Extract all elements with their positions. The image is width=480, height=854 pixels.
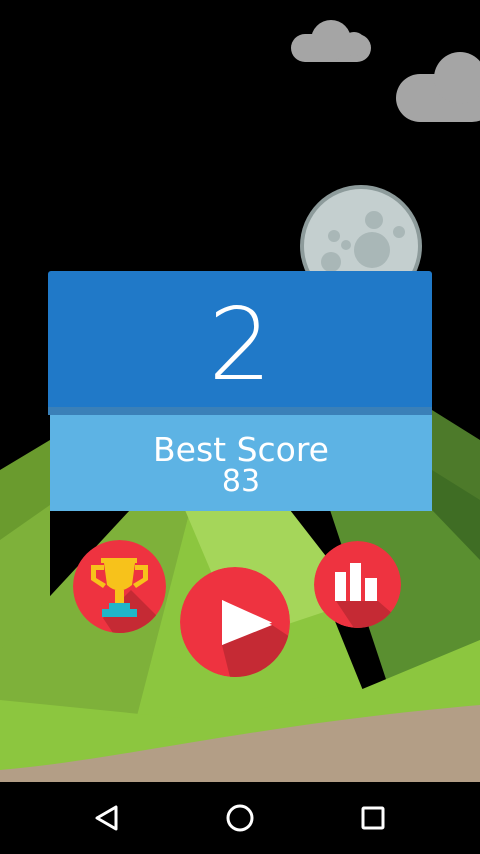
home-button[interactable]: [200, 782, 280, 854]
best-score-value: 83: [221, 464, 261, 499]
leaderboard-button[interactable]: [314, 541, 401, 628]
triangle-back-icon: [95, 805, 118, 831]
achievements-button[interactable]: [73, 540, 166, 633]
square-recents-icon: [361, 806, 385, 830]
play-button[interactable]: [180, 567, 290, 677]
game-screen: 2 Best Score 83: [0, 0, 480, 854]
bar-chart-icon: [314, 541, 401, 628]
system-navigation-bar: [0, 782, 480, 854]
back-button[interactable]: [67, 782, 147, 854]
trophy-icon: [73, 540, 166, 633]
current-score: 2: [208, 286, 272, 403]
recents-button[interactable]: [333, 782, 413, 854]
play-icon: [180, 567, 290, 677]
circle-home-icon: [226, 804, 254, 832]
